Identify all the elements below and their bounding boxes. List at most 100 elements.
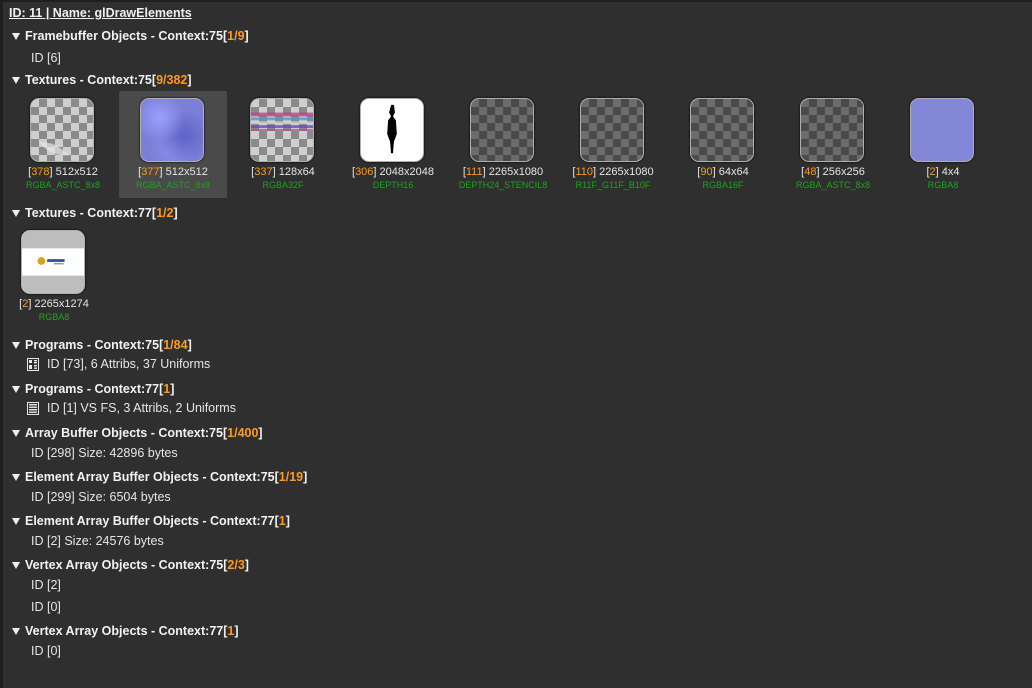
texture-label: [2] 2265x1274 — [0, 298, 108, 310]
program-source-icon — [27, 401, 39, 415]
section-textures-77[interactable]: Textures - Context:77 [1/2] — [12, 206, 178, 220]
texture-format: DEPTH24_STENCIL8 — [458, 180, 548, 190]
texture-id: 90 — [700, 166, 713, 178]
section-vertex-array-77[interactable]: Vertex Array Objects - Context:77 [1] — [12, 624, 239, 638]
texture-preview-image — [470, 98, 534, 162]
section-label: Element Array Buffer Objects - Context:7… — [25, 470, 275, 484]
texture-thumb-377[interactable]: [377] 512x512 RGBA_ASTC_8x8 — [119, 91, 227, 198]
texture-thumb-110[interactable]: [110] 2265x1080 R11F_G11F_B10F — [559, 91, 667, 198]
bracket-close: ] — [285, 514, 290, 528]
texture-label: [111] 2265x1080 — [449, 166, 557, 178]
texture-thumb-111[interactable]: [111] 2265x1080 DEPTH24_STENCIL8 — [449, 91, 557, 198]
bracket-close: ] — [234, 624, 239, 638]
section-textures-75[interactable]: Textures - Context:75 [9/382] — [12, 73, 192, 87]
program-item-1[interactable]: ID [1] VS FS, 3 Attribs, 2 Uniforms — [27, 401, 236, 415]
texture-thumb-2[interactable]: [2] 4x4 RGBA8 — [889, 91, 997, 198]
texture-preview-image — [21, 230, 85, 294]
section-label: Element Array Buffer Objects - Context:7… — [25, 514, 275, 528]
texture-thumb-378[interactable]: [378] 512x512 RGBA_ASTC_8x8 — [9, 91, 117, 198]
astc-texture-icon — [38, 141, 70, 156]
collapse-triangle-icon[interactable] — [12, 209, 20, 217]
collapse-triangle-icon[interactable] — [12, 385, 20, 393]
texture-size: 4x4 — [938, 166, 960, 178]
section-array-buffer-75[interactable]: Array Buffer Objects - Context:75 [1/400… — [12, 426, 263, 440]
collapse-triangle-icon[interactable] — [12, 561, 20, 569]
texture-size: 512x512 — [162, 166, 208, 178]
texture-size: 2265x1274 — [31, 298, 89, 310]
texture-preview-image — [690, 98, 754, 162]
texture-format: DEPTH16 — [372, 180, 414, 190]
section-count: 1/2 — [156, 206, 174, 220]
bracket-close: ] — [258, 426, 263, 440]
texture-thumb-306[interactable]: [306] 2048x2048 DEPTH16 — [339, 91, 447, 198]
bracket-close: ] — [173, 206, 178, 220]
call-header[interactable]: ID: 11 | Name: glDrawElements — [9, 6, 192, 20]
collapse-triangle-icon[interactable] — [12, 627, 20, 635]
window-left-border — [0, 0, 3, 688]
fbo-item[interactable]: ID [6] — [31, 51, 61, 65]
texture-label: [306] 2048x2048 — [339, 166, 447, 178]
texture-size: 256x256 — [819, 166, 865, 178]
section-count: 9/382 — [156, 73, 188, 87]
section-programs-77[interactable]: Programs - Context:77 [1] — [12, 382, 174, 396]
texture-preview-image — [580, 98, 644, 162]
texture-format: RGBA16F — [702, 180, 744, 190]
section-count: 1/400 — [227, 426, 259, 440]
texture-thumb-337[interactable]: [337] 128x64 RGBA32F — [229, 91, 337, 198]
section-count: 1/19 — [278, 470, 304, 484]
section-count: 2/3 — [227, 558, 245, 572]
texture-preview-image — [250, 98, 314, 162]
program-icon — [27, 357, 39, 371]
texture-preview-image — [360, 98, 424, 162]
texture-size: 2048x2048 — [376, 166, 434, 178]
texture-thumb-2[interactable]: [2] 2265x1274 RGBA8 — [0, 223, 108, 330]
collapse-triangle-icon[interactable] — [12, 473, 20, 481]
collapse-triangle-icon[interactable] — [12, 341, 20, 349]
section-vertex-array-75[interactable]: Vertex Array Objects - Context:75 [2/3] — [12, 558, 249, 572]
depth-silhouette-icon — [387, 104, 397, 154]
texture-id: 110 — [575, 166, 594, 178]
bracket-close: ] — [187, 338, 192, 352]
section-label: Programs - Context:75 — [25, 338, 160, 352]
texture-format: RGBA_ASTC_8x8 — [25, 180, 101, 190]
element-buffer-item[interactable]: ID [299] Size: 6504 bytes — [31, 490, 171, 504]
bracket-close: ] — [244, 558, 249, 572]
vertex-array-item[interactable]: ID [0] — [31, 644, 61, 658]
section-framebuffer-objects[interactable]: Framebuffer Objects - Context:75 [1/9] — [12, 29, 249, 43]
texture-preview-image — [30, 98, 94, 162]
texture-size: 2265x1080 — [485, 166, 544, 178]
section-count: 1 — [163, 382, 171, 396]
collapse-triangle-icon[interactable] — [12, 429, 20, 437]
section-element-array-buffer-77[interactable]: Element Array Buffer Objects - Context:7… — [12, 514, 290, 528]
section-programs-75[interactable]: Programs - Context:75 [1/84] — [12, 338, 192, 352]
vertex-array-item[interactable]: ID [2] — [31, 578, 61, 592]
window-top-border — [0, 0, 1032, 2]
section-label: Array Buffer Objects - Context:75 — [25, 426, 223, 440]
section-label: Textures - Context:77 — [25, 206, 152, 220]
vertex-array-item[interactable]: ID [0] — [31, 600, 61, 614]
bracket-close: ] — [303, 470, 308, 484]
texture-format: RGBA_ASTC_8x8 — [795, 180, 871, 190]
section-count: 1 — [278, 514, 286, 528]
program-item-73[interactable]: ID [73], 6 Attribs, 37 Uniforms — [27, 357, 210, 371]
bracket-close: ] — [244, 29, 249, 43]
texture-preview-image — [910, 98, 974, 162]
texture-id: 378 — [31, 166, 50, 178]
texture-size: 64x64 — [715, 166, 749, 178]
array-buffer-item[interactable]: ID [298] Size: 42896 bytes — [31, 446, 178, 460]
collapse-triangle-icon[interactable] — [12, 32, 20, 40]
section-element-array-buffer-75[interactable]: Element Array Buffer Objects - Context:7… — [12, 470, 307, 484]
texture-label: [337] 128x64 — [229, 166, 337, 178]
texture-thumb-90[interactable]: [90] 64x64 RGBA16F — [669, 91, 777, 198]
texture-id: 111 — [465, 166, 483, 178]
texture-thumb-48[interactable]: [48] 256x256 RGBA_ASTC_8x8 — [779, 91, 887, 198]
collapse-triangle-icon[interactable] — [12, 76, 20, 84]
texture-format: RGBA_ASTC_8x8 — [135, 180, 211, 190]
section-label: Textures - Context:75 — [25, 73, 152, 87]
element-buffer-item[interactable]: ID [2] Size: 24576 bytes — [31, 534, 164, 548]
texture-label: [2] 4x4 — [889, 166, 997, 178]
texture-format: RGBA8 — [927, 180, 959, 190]
collapse-triangle-icon[interactable] — [12, 517, 20, 525]
texture-label: [110] 2265x1080 — [559, 166, 667, 178]
texture-id: 377 — [141, 166, 160, 178]
